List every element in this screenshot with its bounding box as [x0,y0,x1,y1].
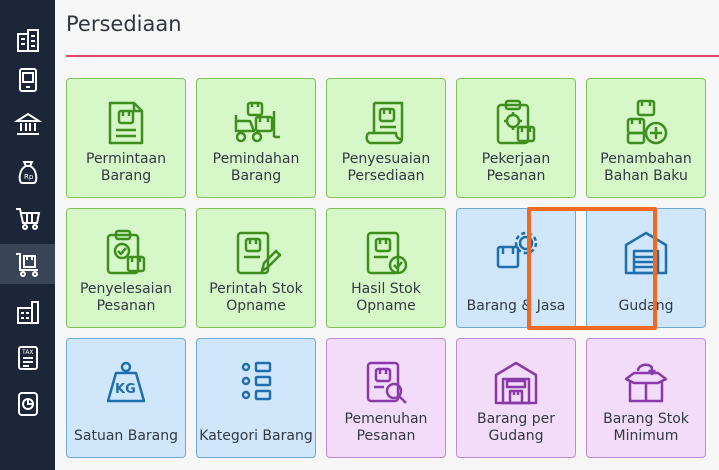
tile-label: Penyelesaian Pesanan [79,281,173,314]
sidebar-item-company[interactable] [0,20,55,60]
title-divider [66,55,719,57]
tile-label: Satuan Barang [73,428,178,444]
work-order-clipboard-icon [496,99,536,145]
svg-text:Rp: Rp [24,173,34,181]
sidebar-item-bank[interactable] [0,104,55,144]
tile-gudang[interactable]: Gudang [586,208,706,328]
tile-label: Penyesuaian Persediaan [341,151,431,184]
bank-icon [13,112,42,135]
tile-perintah-stok-opname[interactable]: Perintah Stok Opname [196,208,316,328]
tile-barang-jasa[interactable]: Barang & Jasa [456,208,576,328]
minimum-stock-box-icon [624,363,668,403]
inventory-cart-icon [15,253,38,277]
tile-label: Penambahan Bahan Baku [600,151,692,184]
kg-weight-icon: KG [106,361,146,403]
sidebar: Rp TAX [0,0,55,470]
tile-label: Permintaan Barang [86,151,166,184]
page-title: Persediaan [66,12,182,36]
tile-pemindahan-barang[interactable]: Pemindahan Barang [196,78,316,198]
adjustment-scroll-icon [365,101,404,145]
tile-label: Pekerjaan Pesanan [481,151,551,184]
stock-opname-order-icon [236,231,282,275]
tile-penyelesaian-pesanan[interactable]: Penyelesaian Pesanan [66,208,186,328]
report-icon [17,392,38,416]
stock-opname-result-icon [366,231,408,275]
tile-hasil-stok-opname[interactable]: Hasil Stok Opname [326,208,446,328]
sidebar-item-purchase[interactable] [0,198,55,238]
tile-permintaan-barang[interactable]: Permintaan Barang [66,78,186,198]
tile-penambahan-bahan-baku[interactable]: Penambahan Bahan Baku [586,78,706,198]
goods-services-gear-icon [496,231,538,269]
tile-label: Pemindahan Barang [212,151,300,184]
tile-label: Barang Stok Minimum [603,411,689,444]
tile-label: Barang & Jasa [466,298,566,314]
forklift-icon [234,101,280,143]
tile-barang-stok-minimum[interactable]: Barang Stok Minimum [586,338,706,458]
sidebar-item-report[interactable] [0,384,55,424]
sidebar-item-manufacture[interactable] [0,292,55,332]
tile-pemenuhan-pesanan[interactable]: Pemenuhan Pesanan [326,338,446,458]
sidebar-item-inventory[interactable] [0,244,55,284]
tile-satuan-barang[interactable]: KG Satuan Barang [66,338,186,458]
svg-text:TAX: TAX [21,349,33,356]
request-document-icon [108,101,144,145]
tile-barang-per-gudang[interactable]: Barang per Gudang [456,338,576,458]
add-raw-material-icon [626,99,668,145]
tile-label: Perintah Stok Opname [209,281,303,314]
tile-label: Gudang [618,298,674,314]
money-bag-icon: Rp [18,161,37,184]
tile-pekerjaan-pesanan[interactable]: Pekerjaan Pesanan [456,78,576,198]
svg-text:KG: KG [115,382,136,397]
tablet-icon [18,68,37,92]
order-fulfillment-search-icon [366,361,407,404]
tax-icon: TAX [17,346,38,370]
sidebar-item-tax[interactable]: TAX [0,338,55,378]
shopping-cart-icon [15,208,40,230]
tile-kategori-barang[interactable]: Kategori Barang [196,338,316,458]
factory-icon [16,301,39,324]
tile-penyesuaian-persediaan[interactable]: Penyesuaian Persediaan [326,78,446,198]
order-completion-clipboard-icon [106,229,146,275]
goods-per-warehouse-icon [494,361,538,405]
tile-label: Pemenuhan Pesanan [344,411,428,444]
sidebar-item-sales[interactable]: Rp [0,152,55,192]
sidebar-item-ledger[interactable] [0,60,55,100]
tile-label: Barang per Gudang [477,411,555,444]
tile-label: Hasil Stok Opname [351,281,421,314]
warehouse-icon [624,231,668,275]
buildings-icon [16,29,39,52]
tile-label: Kategori Barang [199,428,313,444]
category-list-icon [241,361,272,401]
